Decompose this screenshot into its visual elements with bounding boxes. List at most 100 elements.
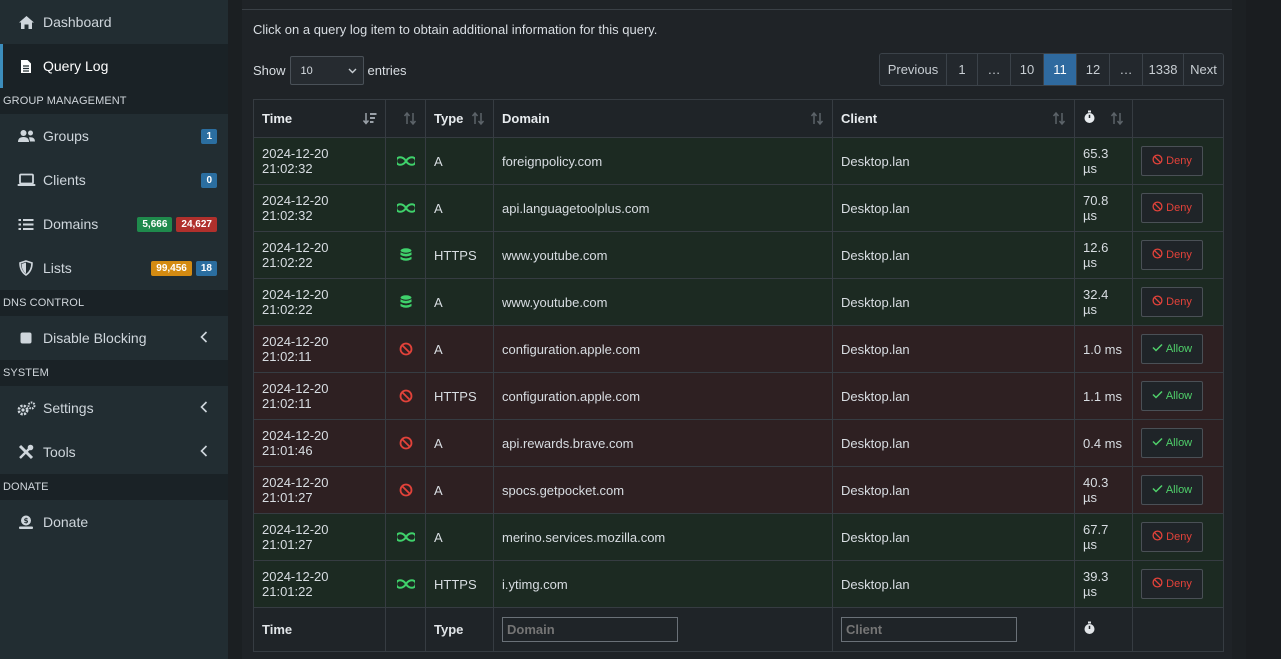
table-row[interactable]: 2024-12-20 21:02:22 HTTPS www.youtube.com D…	[253, 231, 1224, 279]
stopwatch-icon	[1083, 110, 1096, 127]
column-header-time[interactable]: Time	[253, 99, 386, 138]
row-type: A	[425, 325, 494, 373]
column-header-client[interactable]: Client	[832, 99, 1075, 138]
table-row[interactable]: 2024-12-20 21:01:27 Amerino.services.mozi…	[253, 513, 1224, 561]
row-action: Allow	[1132, 419, 1224, 467]
sidebar-item-clients[interactable]: Clients 0	[0, 158, 228, 202]
column-header-status[interactable]	[385, 99, 426, 138]
blocked-status-icon	[386, 483, 425, 497]
footer-domain	[493, 607, 833, 652]
pagination-previous[interactable]: Previous	[880, 54, 946, 85]
row-client: Desktop.lan	[832, 560, 1075, 608]
row-domain: api.languagetoolplus.com	[493, 184, 833, 232]
row-reply-time: 70.8 µs	[1074, 184, 1133, 232]
query-log-panel: Click on a query log item to obtain addi…	[242, 0, 1232, 659]
sort-icon	[1052, 111, 1066, 128]
column-header-type[interactable]: Type	[425, 99, 494, 138]
sidebar: Dashboard Query Log GROUP MANAGEMENT Gro…	[0, 0, 228, 659]
sidebar-item-label: Settings	[43, 400, 94, 416]
column-header-domain[interactable]: Domain	[493, 99, 833, 138]
pagination-page[interactable]: 1	[946, 54, 977, 85]
allow-button[interactable]: Allow	[1141, 381, 1203, 411]
sidebar-item-disable-blocking[interactable]: Disable Blocking	[0, 316, 228, 360]
row-domain: foreignpolicy.com	[493, 137, 833, 185]
table-row[interactable]: 2024-12-20 21:01:27 Aspocs.getpocket.com D…	[253, 466, 1224, 514]
show-label: Show	[253, 63, 286, 78]
chevron-left-icon	[200, 330, 208, 346]
chevron-left-icon	[200, 400, 208, 416]
client-filter-input[interactable]	[841, 617, 1017, 642]
footer-type: Type	[425, 607, 494, 652]
allow-button[interactable]: Allow	[1141, 475, 1203, 505]
table-row[interactable]: 2024-12-20 21:01:22 HTTPS i.ytimg.com Deskt…	[253, 560, 1224, 608]
table-row[interactable]: 2024-12-20 21:02:32 Aforeignpolicy.com Des…	[253, 137, 1224, 185]
allow-button[interactable]: Allow	[1141, 428, 1203, 458]
row-domain: configuration.apple.com	[493, 372, 833, 420]
sidebar-item-domains[interactable]: Domains 5,666 24,627	[0, 202, 228, 246]
pagination-page[interactable]: 1338	[1142, 54, 1183, 85]
row-type: A	[425, 278, 494, 326]
deny-button[interactable]: Deny	[1141, 569, 1203, 599]
row-reply-time: 65.3 µs	[1074, 137, 1133, 185]
footer-reply-time	[1074, 607, 1133, 652]
row-action: Allow	[1132, 466, 1224, 514]
deny-button[interactable]: Deny	[1141, 522, 1203, 552]
sidebar-item-lists[interactable]: Lists 99,456 18	[0, 246, 228, 290]
pagination-next[interactable]: Next	[1183, 54, 1223, 85]
ban-icon	[1152, 530, 1163, 544]
entries-select[interactable]: 10	[289, 56, 364, 85]
domain-filter-input[interactable]	[502, 617, 678, 642]
deny-button[interactable]: Deny	[1141, 146, 1203, 176]
table-row[interactable]: 2024-12-20 21:02:22 Awww.youtube.com Deskt…	[253, 278, 1224, 326]
pagination-page[interactable]: 10	[1010, 54, 1043, 85]
pagination-page[interactable]: 12	[1076, 54, 1109, 85]
row-domain: api.rewards.brave.com	[493, 419, 833, 467]
pagination-current-page[interactable]: 11	[1043, 54, 1076, 85]
action-label: Allow	[1165, 343, 1193, 355]
row-action: Deny	[1132, 137, 1224, 185]
ban-icon	[1152, 248, 1163, 262]
table-row[interactable]: 2024-12-20 21:01:46 Aapi.rewards.brave.co…	[253, 419, 1224, 467]
deny-button[interactable]: Deny	[1141, 287, 1203, 317]
blocked-status-icon	[386, 389, 425, 403]
laptop-icon	[16, 170, 36, 190]
footer-time: Time	[253, 607, 386, 652]
section-header-group-management: GROUP MANAGEMENT	[0, 88, 228, 114]
stopwatch-icon	[1083, 621, 1096, 638]
allow-button[interactable]: Allow	[1141, 334, 1203, 364]
forwarded-status-icon	[386, 532, 425, 542]
sidebar-item-donate[interactable]: $ Donate	[0, 500, 228, 544]
sidebar-item-dashboard[interactable]: Dashboard	[0, 0, 228, 44]
sidebar-item-tools[interactable]: Tools	[0, 430, 228, 474]
action-label: Deny	[1166, 531, 1192, 543]
sidebar-item-groups[interactable]: Groups 1	[0, 114, 228, 158]
check-icon	[1152, 437, 1163, 449]
action-label: Deny	[1166, 296, 1192, 308]
ban-icon	[1152, 154, 1163, 168]
deny-button[interactable]: Deny	[1141, 240, 1203, 270]
column-header-reply-time[interactable]	[1074, 99, 1133, 138]
table-row[interactable]: 2024-12-20 21:02:11 HTTPS configuration.ap…	[253, 372, 1224, 420]
sort-icon	[471, 111, 485, 128]
sort-icon	[810, 111, 824, 128]
row-reply-time: 32.4 µs	[1074, 278, 1133, 326]
sidebar-item-label: Dashboard	[43, 14, 112, 30]
gears-icon	[16, 398, 36, 418]
row-time: 2024-12-20 21:01:27	[253, 513, 386, 561]
action-label: Deny	[1166, 202, 1192, 214]
row-time: 2024-12-20 21:01:46	[253, 419, 386, 467]
donate-icon: $	[16, 512, 36, 532]
deny-button[interactable]: Deny	[1141, 193, 1203, 223]
row-client: Desktop.lan	[832, 419, 1075, 467]
sidebar-item-query-log[interactable]: Query Log	[0, 44, 228, 88]
forwarded-status-icon	[386, 579, 425, 589]
section-header-system: SYSTEM	[0, 360, 228, 386]
row-time: 2024-12-20 21:02:32	[253, 137, 386, 185]
footer-status	[385, 607, 426, 652]
row-reply-time: 40.3 µs	[1074, 466, 1133, 514]
table-row[interactable]: 2024-12-20 21:02:11 Aconfiguration.apple.…	[253, 325, 1224, 373]
query-log-table: Time Type Domain Client 2024-12-20 21:02…	[253, 99, 1224, 652]
sidebar-item-settings[interactable]: Settings	[0, 386, 228, 430]
ban-icon	[1152, 577, 1163, 591]
table-row[interactable]: 2024-12-20 21:02:32 Aapi.languagetoolplus…	[253, 184, 1224, 232]
